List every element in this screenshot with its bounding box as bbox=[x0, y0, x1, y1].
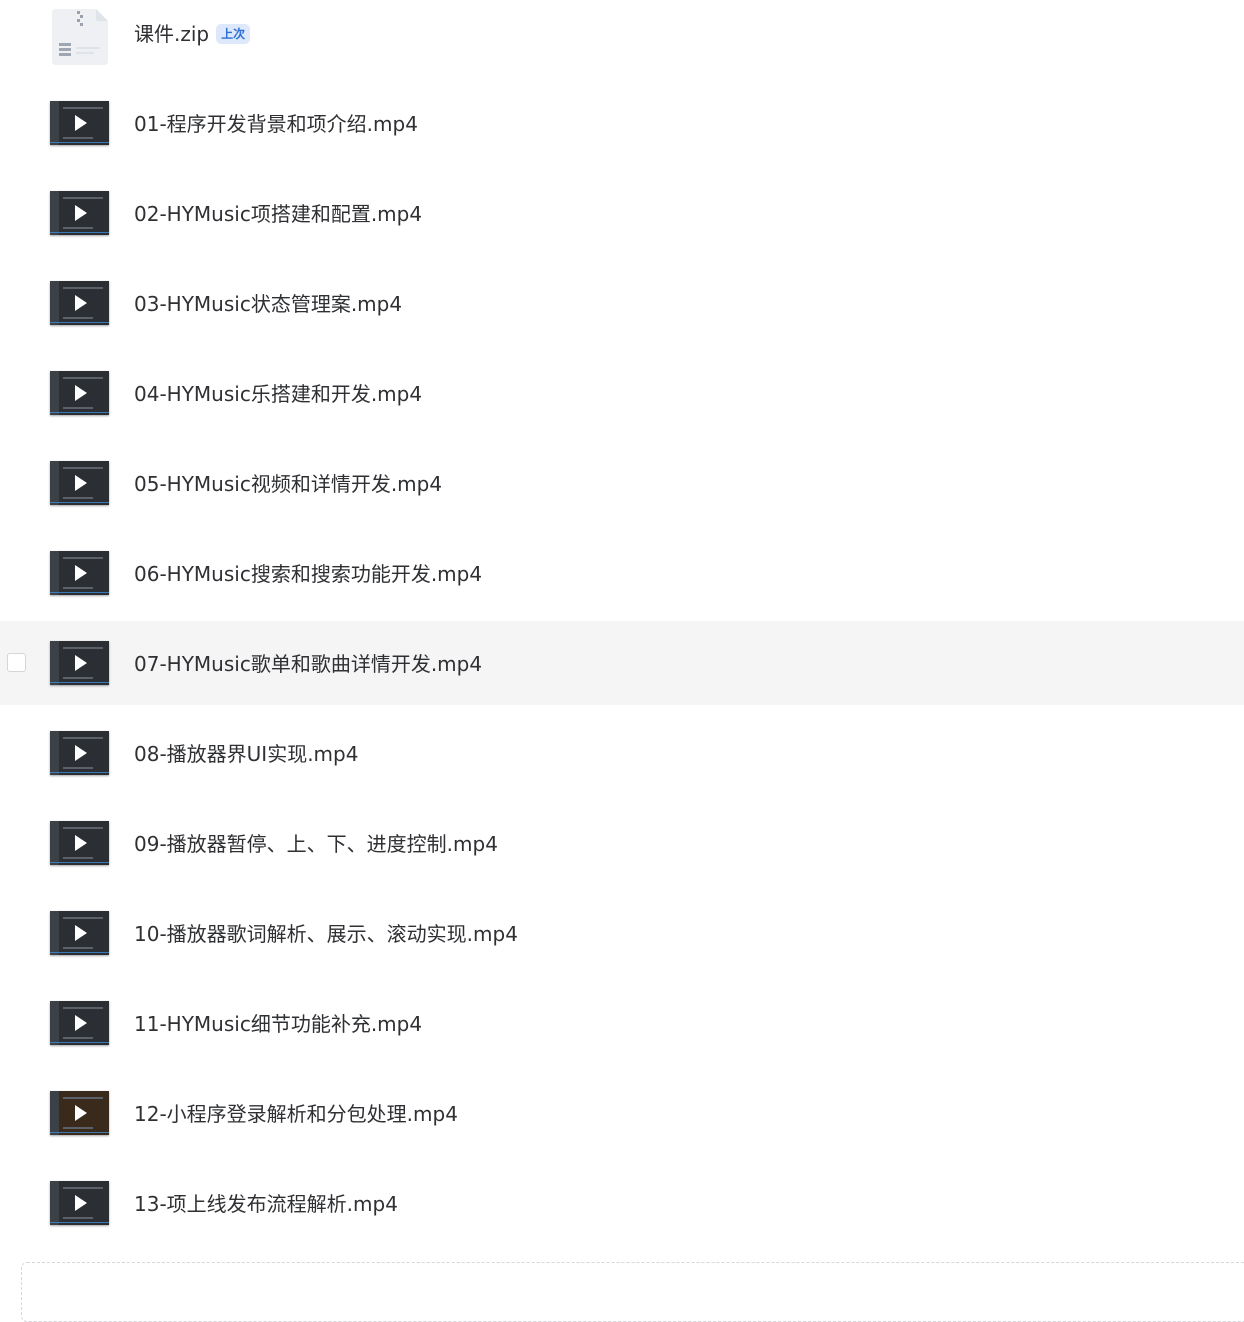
file-row-video[interactable]: 03-HYMusic状态管理案.mp4 bbox=[0, 261, 1244, 345]
file-row-video[interactable]: 10-播放器歌词解析、展示、滚动实现.mp4 bbox=[0, 891, 1244, 975]
video-thumbnail bbox=[50, 551, 109, 595]
play-icon bbox=[70, 653, 90, 673]
play-icon bbox=[70, 923, 90, 943]
file-name[interactable]: 05-HYMusic视频和详情开发.mp4 bbox=[134, 471, 442, 497]
file-name[interactable]: 04-HYMusic乐搭建和开发.mp4 bbox=[134, 381, 422, 407]
play-icon bbox=[70, 113, 90, 133]
file-name[interactable]: 06-HYMusic搜索和搜索功能开发.mp4 bbox=[134, 561, 482, 587]
play-icon bbox=[70, 833, 90, 853]
video-thumbnail bbox=[50, 191, 109, 235]
file-row-video[interactable]: 08-播放器界UI实现.mp4 bbox=[0, 711, 1244, 795]
select-checkbox[interactable] bbox=[7, 653, 26, 672]
video-thumbnail bbox=[50, 911, 109, 955]
file-name[interactable]: 03-HYMusic状态管理案.mp4 bbox=[134, 291, 402, 317]
file-name[interactable]: 02-HYMusic项搭建和配置.mp4 bbox=[134, 201, 422, 227]
file-row-zip[interactable]: 课件.zip 上次 bbox=[0, 0, 1244, 75]
play-icon bbox=[70, 383, 90, 403]
video-thumbnail bbox=[50, 641, 109, 685]
video-thumbnail bbox=[50, 371, 109, 415]
file-name[interactable]: 12-小程序登录解析和分包处理.mp4 bbox=[134, 1101, 458, 1127]
file-row-video[interactable]: 13-项上线发布流程解析.mp4 bbox=[0, 1161, 1244, 1245]
file-row-video[interactable]: 12-小程序登录解析和分包处理.mp4 bbox=[0, 1071, 1244, 1155]
play-icon bbox=[70, 203, 90, 223]
video-thumbnail bbox=[50, 281, 109, 325]
video-thumbnail bbox=[50, 461, 109, 505]
video-thumbnail bbox=[50, 1181, 109, 1225]
file-name[interactable]: 08-播放器界UI实现.mp4 bbox=[134, 741, 358, 767]
file-row-video[interactable]: 04-HYMusic乐搭建和开发.mp4 bbox=[0, 351, 1244, 435]
play-icon bbox=[70, 563, 90, 583]
file-row-video[interactable]: 09-播放器暂停、上、下、进度控制.mp4 bbox=[0, 801, 1244, 885]
play-icon bbox=[70, 1193, 90, 1213]
file-name[interactable]: 课件.zip 上次 bbox=[134, 21, 251, 47]
file-row-video[interactable]: 06-HYMusic搜索和搜索功能开发.mp4 bbox=[0, 531, 1244, 615]
upload-drop-area[interactable] bbox=[21, 1262, 1244, 1322]
video-thumbnail bbox=[50, 1091, 109, 1135]
file-row-video[interactable]: 11-HYMusic细节功能补充.mp4 bbox=[0, 981, 1244, 1065]
play-icon bbox=[70, 1103, 90, 1123]
file-name[interactable]: 09-播放器暂停、上、下、进度控制.mp4 bbox=[134, 831, 498, 857]
video-thumbnail bbox=[50, 731, 109, 775]
file-name-text: 课件.zip bbox=[134, 22, 210, 46]
file-name[interactable]: 07-HYMusic歌单和歌曲详情开发.mp4 bbox=[134, 651, 482, 677]
last-opened-badge: 上次 bbox=[216, 24, 251, 44]
play-icon bbox=[70, 473, 90, 493]
play-icon bbox=[70, 1013, 90, 1033]
video-thumbnail bbox=[50, 821, 109, 865]
file-name[interactable]: 10-播放器歌词解析、展示、滚动实现.mp4 bbox=[134, 921, 518, 947]
play-icon bbox=[70, 743, 90, 763]
file-name[interactable]: 11-HYMusic细节功能补充.mp4 bbox=[134, 1011, 422, 1037]
file-row-video[interactable]: 01-程序开发背景和项介绍.mp4 bbox=[0, 81, 1244, 165]
file-row-video-hovered[interactable]: 07-HYMusic歌单和歌曲详情开发.mp4 bbox=[0, 621, 1244, 705]
video-thumbnail bbox=[50, 1001, 109, 1045]
file-row-video[interactable]: 05-HYMusic视频和详情开发.mp4 bbox=[0, 441, 1244, 525]
video-thumbnail bbox=[50, 101, 109, 145]
zip-file-icon bbox=[52, 9, 108, 65]
file-name[interactable]: 13-项上线发布流程解析.mp4 bbox=[134, 1191, 398, 1217]
play-icon bbox=[70, 293, 90, 313]
file-list: 课件.zip 上次 01-程序开发背景和项介绍.mp4 02-HYMusic项搭建… bbox=[0, 0, 1244, 1251]
file-name[interactable]: 01-程序开发背景和项介绍.mp4 bbox=[134, 111, 418, 137]
file-row-video[interactable]: 02-HYMusic项搭建和配置.mp4 bbox=[0, 171, 1244, 255]
